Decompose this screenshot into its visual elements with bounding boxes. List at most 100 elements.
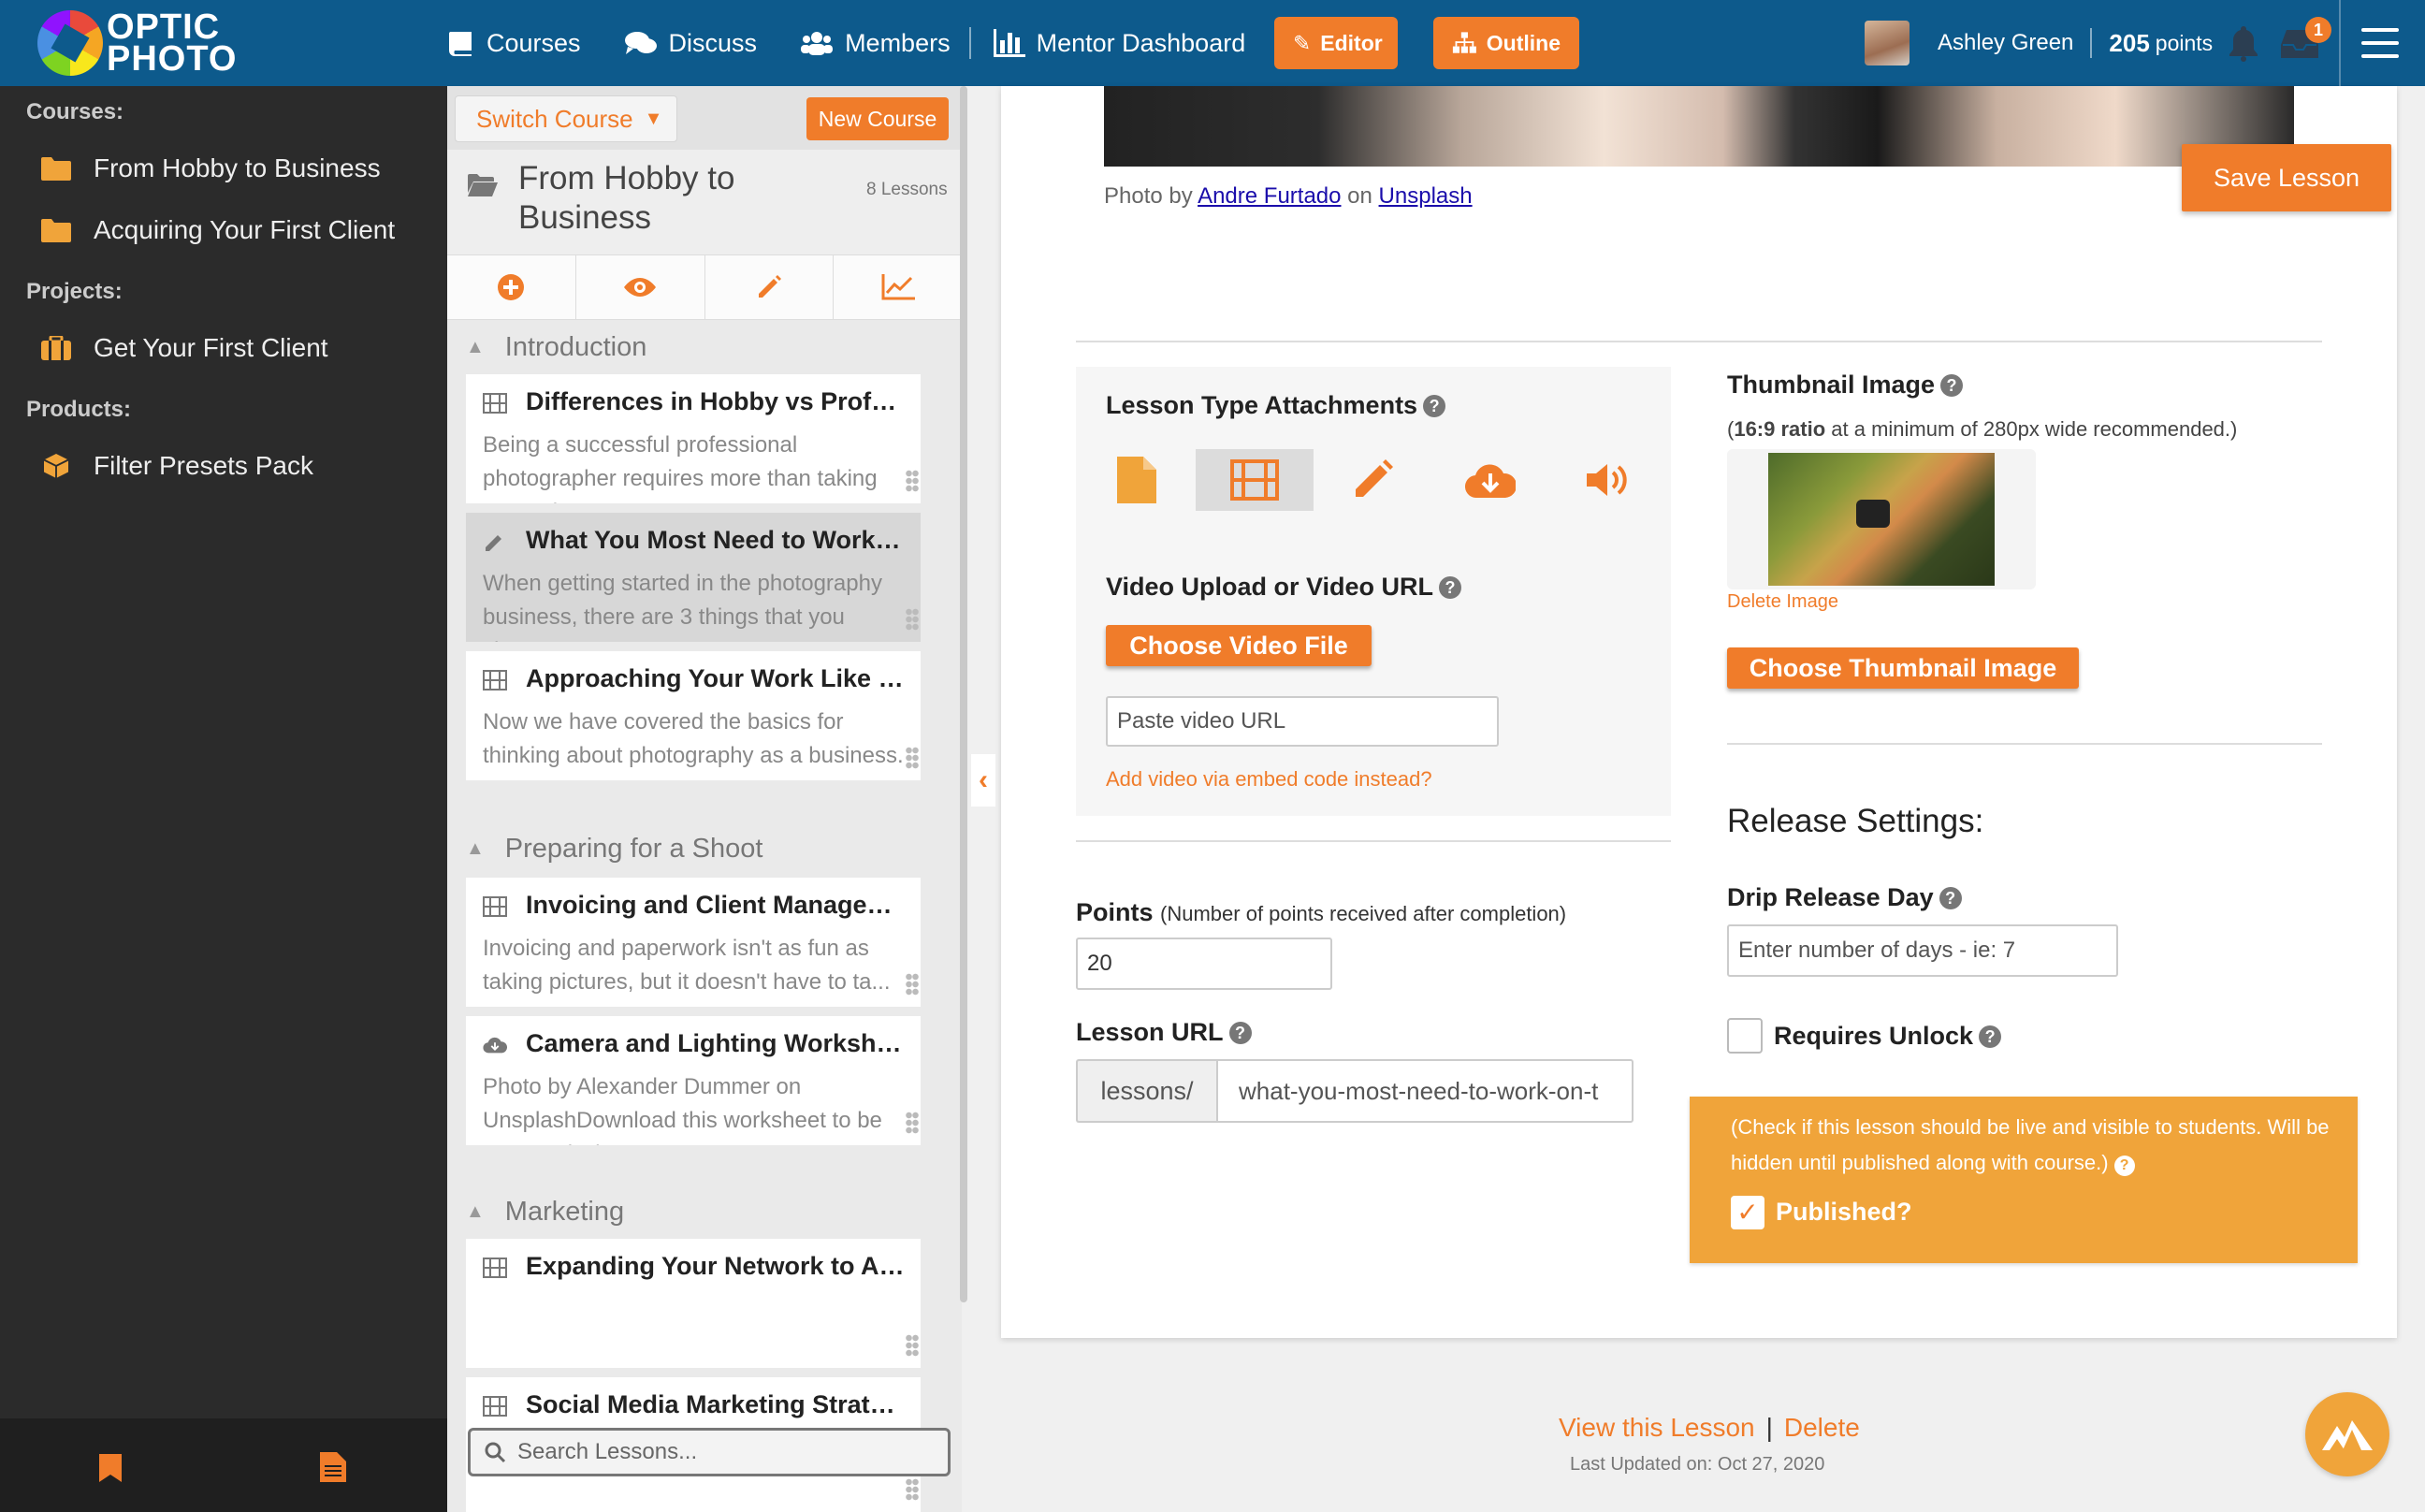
nav-discuss[interactable]: Discuss — [624, 29, 757, 58]
bookmark-icon[interactable] — [99, 1454, 122, 1482]
collapse-panel-chevron-left-icon[interactable]: ‹ — [971, 754, 995, 807]
delete-image-link[interactable]: Delete Image — [1727, 591, 1838, 613]
video-icon — [483, 1396, 507, 1417]
sidebar-item-course-1[interactable]: From Hobby to Business — [41, 153, 381, 183]
add-lesson-button[interactable] — [447, 255, 576, 319]
outline-button[interactable]: Outline — [1433, 17, 1579, 69]
switch-course-dropdown[interactable]: Switch Course ▼ — [455, 95, 677, 142]
course-analytics-button[interactable] — [834, 255, 962, 319]
lesson-description: Invoicing and paperwork isn't as fun as … — [483, 936, 891, 995]
logo-line1: OPTIC — [107, 7, 221, 47]
nav-mentor-dashboard[interactable]: Mentor Dashboard — [993, 29, 1245, 58]
published-label: Published? — [1776, 1198, 1912, 1226]
save-lesson-button[interactable]: Save Lesson — [2182, 144, 2391, 211]
embed-code-link[interactable]: Add video via embed code instead? — [1106, 767, 1432, 792]
lessons-scrollbar[interactable] — [960, 86, 967, 1302]
thumbnail-image — [1768, 453, 1995, 586]
lesson-item[interactable]: Expanding Your Network to Attract — [466, 1239, 921, 1368]
drip-release-input[interactable]: Enter number of days - ie: 7 — [1727, 924, 2118, 977]
section-header[interactable]: ▲ Marketing — [447, 1185, 962, 1239]
drag-handle-icon[interactable] — [906, 470, 919, 492]
drag-handle-icon[interactable] — [906, 608, 919, 631]
cloud-download-icon — [483, 1037, 507, 1054]
type-audio-button[interactable] — [1549, 449, 1667, 511]
sidebar-item-product-1[interactable]: Filter Presets Pack — [41, 451, 313, 481]
type-download-button[interactable] — [1431, 449, 1549, 511]
lesson-url-input[interactable]: what-you-most-need-to-work-on-t — [1216, 1059, 1634, 1123]
drag-handle-icon[interactable] — [906, 1334, 919, 1357]
points-note: (Number of points received after complet… — [1160, 902, 1567, 925]
editor-button-label: Editor — [1320, 30, 1383, 55]
drag-handle-icon[interactable] — [906, 1112, 919, 1134]
sidebar-courses-heading: Courses: — [26, 99, 124, 124]
logo-icon — [37, 10, 103, 76]
editor-button[interactable]: ✎ Editor — [1274, 17, 1398, 69]
pencil-icon — [758, 275, 781, 298]
drag-handle-icon[interactable] — [906, 747, 919, 769]
photo-site-link[interactable]: Unsplash — [1379, 183, 1473, 209]
preview-course-button[interactable] — [576, 255, 705, 319]
logo[interactable]: OPTIC PHOTO — [37, 6, 237, 80]
video-url-input[interactable]: Paste video URL — [1106, 696, 1499, 747]
help-icon[interactable]: ? — [1228, 1022, 1252, 1044]
lesson-url-prefix: lessons/ — [1076, 1059, 1216, 1123]
edit-course-button[interactable] — [705, 255, 835, 319]
type-text-button[interactable] — [1078, 449, 1196, 511]
folder-icon — [41, 219, 71, 242]
bell-icon[interactable] — [2227, 24, 2260, 62]
lesson-item[interactable]: Approaching Your Work Like a B... Now we… — [466, 651, 921, 780]
lesson-item[interactable]: Camera and Lighting Worksheet Photo by A… — [466, 1016, 921, 1145]
requires-unlock-checkbox[interactable] — [1727, 1018, 1763, 1054]
help-icon[interactable]: ? — [2113, 1156, 2135, 1176]
hamburger-menu-icon[interactable] — [2361, 28, 2399, 58]
choose-thumbnail-button[interactable]: Choose Thumbnail Image — [1727, 647, 2079, 689]
published-checkbox[interactable]: ✓ — [1731, 1196, 1764, 1229]
type-video-button[interactable] — [1196, 449, 1314, 511]
section-header[interactable]: ▲ Preparing for a Shoot — [447, 821, 962, 876]
drag-handle-icon[interactable] — [906, 1478, 919, 1501]
view-lesson-link[interactable]: View this Lesson — [1559, 1413, 1755, 1442]
delete-lesson-link[interactable]: Delete — [1784, 1413, 1860, 1442]
help-icon[interactable]: ? — [1979, 1025, 2002, 1048]
section-header[interactable]: ▲ Introduction — [447, 320, 962, 374]
lesson-description: Being a successful professional photogra… — [483, 432, 878, 503]
cloud-download-icon — [1465, 464, 1516, 499]
chevron-down-icon: ▼ — [644, 108, 663, 129]
nav-members[interactable]: Members — [800, 29, 951, 58]
help-icon[interactable]: ? — [1423, 395, 1446, 417]
document-icon[interactable] — [320, 1452, 346, 1482]
new-course-button[interactable]: New Course — [806, 97, 949, 140]
lesson-item[interactable]: Invoicing and Client Management Invoicin… — [466, 878, 921, 1007]
help-icon[interactable]: ? — [1940, 374, 1964, 397]
lessons-panel-toolbar: Switch Course ▼ New Course — [447, 86, 962, 150]
section-title: Marketing — [504, 1196, 625, 1227]
sidebar-item-project-1[interactable]: Get Your First Client — [41, 333, 328, 363]
lesson-title: Approaching Your Work Like a B... — [526, 664, 906, 692]
bar-chart-icon — [993, 29, 1025, 57]
user-menu[interactable]: Ashley Green 205 points — [1865, 19, 2213, 67]
sitemap-icon — [1452, 32, 1476, 53]
user-name[interactable]: Ashley Green — [1938, 30, 2073, 56]
box-icon — [43, 454, 69, 478]
type-assignment-button[interactable] — [1314, 449, 1431, 511]
choose-video-file-button[interactable]: Choose Video File — [1106, 625, 1372, 666]
search-lessons-input[interactable]: Search Lessons... — [468, 1428, 951, 1476]
help-icon[interactable]: ? — [1439, 576, 1462, 599]
chat-icon — [624, 32, 657, 54]
divider — [1076, 341, 2322, 342]
help-launcher-button[interactable] — [2305, 1392, 2389, 1476]
chevron-up-icon: ▲ — [466, 837, 485, 859]
pencil-icon: ✎ — [1293, 30, 1312, 55]
lesson-item-active[interactable]: What You Most Need to Work on ... When g… — [466, 513, 921, 642]
outline-button-label: Outline — [1486, 30, 1561, 55]
nav-courses[interactable]: Courses — [447, 29, 581, 58]
sidebar-item-course-2[interactable]: Acquiring Your First Client — [41, 215, 395, 245]
drag-handle-icon[interactable] — [906, 973, 919, 996]
points-input[interactable]: 20 — [1076, 938, 1332, 990]
lesson-item[interactable]: Differences in Hobby vs Profes... Being … — [466, 374, 921, 503]
avatar[interactable] — [1865, 21, 1910, 65]
help-icon[interactable]: ? — [1939, 887, 1962, 909]
pencil-icon — [1356, 459, 1393, 497]
users-icon — [801, 32, 834, 55]
photo-author-link[interactable]: Andre Furtado — [1198, 183, 1341, 209]
